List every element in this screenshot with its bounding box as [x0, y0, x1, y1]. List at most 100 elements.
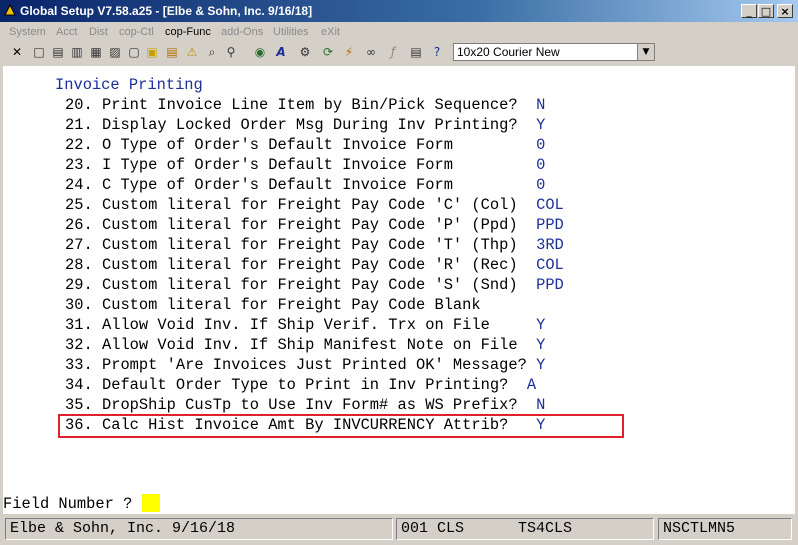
chevron-down-icon[interactable]: ▼ [637, 44, 654, 60]
menu-dist[interactable]: Dist [89, 26, 108, 38]
menu-system[interactable]: System [9, 26, 46, 38]
title-bar: Global Setup V7.58.a25 - [Elbe & Sohn, I… [0, 0, 798, 22]
new-icon[interactable]: □ [30, 43, 48, 61]
menu-bar: System Acct Dist cop-Ctl cop-Func add-On… [0, 24, 798, 42]
field-number: 20. [65, 96, 93, 114]
field-label: Custom literal for Freight Pay Code Blan… [101, 296, 481, 314]
cut-icon[interactable]: ▤ [49, 43, 67, 61]
field-label: Prompt 'Are Invoices Just Printed OK' Me… [101, 356, 527, 374]
field-number: 27. [65, 236, 93, 254]
paste-icon[interactable]: ▦ [87, 43, 105, 61]
field-label: Print Invoice Line Item by Bin/Pick Sequ… [101, 96, 518, 114]
field-label: Allow Void Inv. If Ship Manifest Note on… [101, 336, 518, 354]
menu-add-ons[interactable]: add-Ons [221, 26, 263, 38]
field-row: 25. Custom literal for Freight Pay Code … [65, 196, 564, 214]
status-bar: Elbe & Sohn, Inc. 9/16/18 001 CLS TS4CLS… [0, 515, 798, 543]
field-value: COL [536, 256, 564, 274]
prompt-label: Field Number ? [3, 495, 142, 513]
field-label: Allow Void Inv. If Ship Verif. Trx on Fi… [101, 316, 490, 334]
field-value: N [536, 396, 546, 414]
field-number: 31. [65, 316, 93, 334]
field-prompt: Field Number ? [3, 494, 160, 513]
toolbar: ✕ □ ▤ ▥ ▦ ▨ ▢ ▣ ▤ ⚠ ⌕ ⚲ ◉ A ⚙ ⟳ ⚡ ∞ ƒ ▤ … [0, 42, 798, 64]
search-icon[interactable]: ⚲ [222, 43, 240, 61]
print-icon[interactable]: ▤ [163, 43, 181, 61]
menu-exit[interactable]: eXit [321, 26, 340, 38]
menu-acct[interactable]: Acct [56, 26, 77, 38]
warning-icon[interactable]: ⚠ [183, 43, 201, 61]
settings-icon[interactable]: ⚙ [296, 43, 314, 61]
field-row: 34. Default Order Type to Print in Inv P… [65, 376, 536, 394]
field-number: 32. [65, 336, 93, 354]
app-icon [4, 3, 16, 16]
copy-icon[interactable]: ▥ [68, 43, 86, 61]
field-row: 32. Allow Void Inv. If Ship Manifest Not… [65, 336, 545, 354]
field-row: 35. DropShip CusTp to Use Inv Form# as W… [65, 396, 545, 414]
field-label: I Type of Order's Default Invoice Form [101, 156, 453, 174]
status-company: Elbe & Sohn, Inc. 9/16/18 [5, 518, 393, 540]
find-icon[interactable]: ⌕ [203, 43, 221, 61]
refresh-icon[interactable]: ⟳ [319, 43, 337, 61]
flash-icon[interactable]: ⚡ [340, 43, 358, 61]
font-select-value: 10x20 Courier New [457, 45, 560, 59]
field-number: 25. [65, 196, 93, 214]
field-value: Y [536, 316, 546, 334]
field-row: 30. Custom literal for Freight Pay Code … [65, 296, 481, 314]
field-label: Custom literal for Freight Pay Code 'T' … [101, 236, 518, 254]
menu-cop-ctl[interactable]: cop-Ctl [119, 26, 154, 38]
terminal-text: TS4CLS [518, 520, 573, 537]
menu-utilities[interactable]: Utilities [273, 26, 308, 38]
field-value: Y [536, 116, 546, 134]
close-x-icon[interactable]: ✕ [8, 43, 26, 61]
field-value: PPD [536, 216, 564, 234]
field-label: Custom literal for Freight Pay Code 'R' … [101, 256, 518, 274]
field-value: N [536, 96, 546, 114]
field-label: Default Order Type to Print in Inv Print… [101, 376, 509, 394]
status-program: NSCTLMN5 [658, 518, 792, 540]
field-row: 22. O Type of Order's Default Invoice Fo… [65, 136, 545, 154]
field-label: Display Locked Order Msg During Inv Prin… [101, 116, 518, 134]
window-title: Global Setup V7.58.a25 - [Elbe & Sohn, I… [20, 4, 313, 18]
field-number: 21. [65, 116, 93, 134]
field-label: C Type of Order's Default Invoice Form [101, 176, 453, 194]
field-label: DropShip CusTp to Use Inv Form# as WS Pr… [101, 396, 518, 414]
field-value: 0 [536, 176, 546, 194]
field-number: 35. [65, 396, 93, 414]
field-row: 33. Prompt 'Are Invoices Just Printed OK… [65, 356, 545, 374]
field-number: 26. [65, 216, 93, 234]
field-value: A [526, 376, 537, 394]
field-row: 23. I Type of Order's Default Invoice Fo… [65, 156, 545, 174]
close-button[interactable]: × [777, 4, 793, 18]
field-number: 22. [65, 136, 93, 154]
function-icon[interactable]: ƒ [384, 43, 402, 61]
field-row: 28. Custom literal for Freight Pay Code … [65, 256, 564, 274]
highlight-box [58, 414, 624, 438]
field-label: Custom literal for Freight Pay Code 'C' … [101, 196, 518, 214]
field-row: 20. Print Invoice Line Item by Bin/Pick … [65, 96, 545, 114]
field-value: Y [536, 336, 546, 354]
calculator-icon[interactable]: ▤ [407, 43, 425, 61]
font-select[interactable]: 10x20 Courier New ▼ [453, 43, 655, 61]
menu-cop-func[interactable]: cop-Func [165, 26, 211, 38]
field-row: 24. C Type of Order's Default Invoice Fo… [65, 176, 545, 194]
field-number: 24. [65, 176, 93, 194]
field-number-input[interactable] [141, 494, 160, 512]
field-label: Custom literal for Freight Pay Code 'P' … [101, 216, 518, 234]
preview-icon[interactable]: ▢ [125, 43, 143, 61]
field-label: O Type of Order's Default Invoice Form [101, 136, 453, 154]
maximize-button[interactable]: □ [758, 4, 774, 18]
help-icon[interactable]: ? [428, 43, 446, 61]
field-number: 34. [65, 376, 93, 394]
minimize-button[interactable]: _ [741, 4, 757, 18]
field-row: 29. Custom literal for Freight Pay Code … [65, 276, 564, 294]
field-label: Custom literal for Freight Pay Code 'S' … [101, 276, 518, 294]
notes-icon[interactable]: ▣ [143, 43, 161, 61]
status-company-code: 001 CLS TS4CLS [396, 518, 654, 540]
font-icon[interactable]: A [272, 43, 290, 61]
screen-title: Invoice Printing [55, 76, 203, 94]
field-row: 26. Custom literal for Freight Pay Code … [65, 216, 564, 234]
field-row: 31. Allow Void Inv. If Ship Verif. Trx o… [65, 316, 545, 334]
globe-icon[interactable]: ◉ [251, 43, 269, 61]
delete-icon[interactable]: ▨ [106, 43, 124, 61]
link-icon[interactable]: ∞ [362, 43, 380, 61]
